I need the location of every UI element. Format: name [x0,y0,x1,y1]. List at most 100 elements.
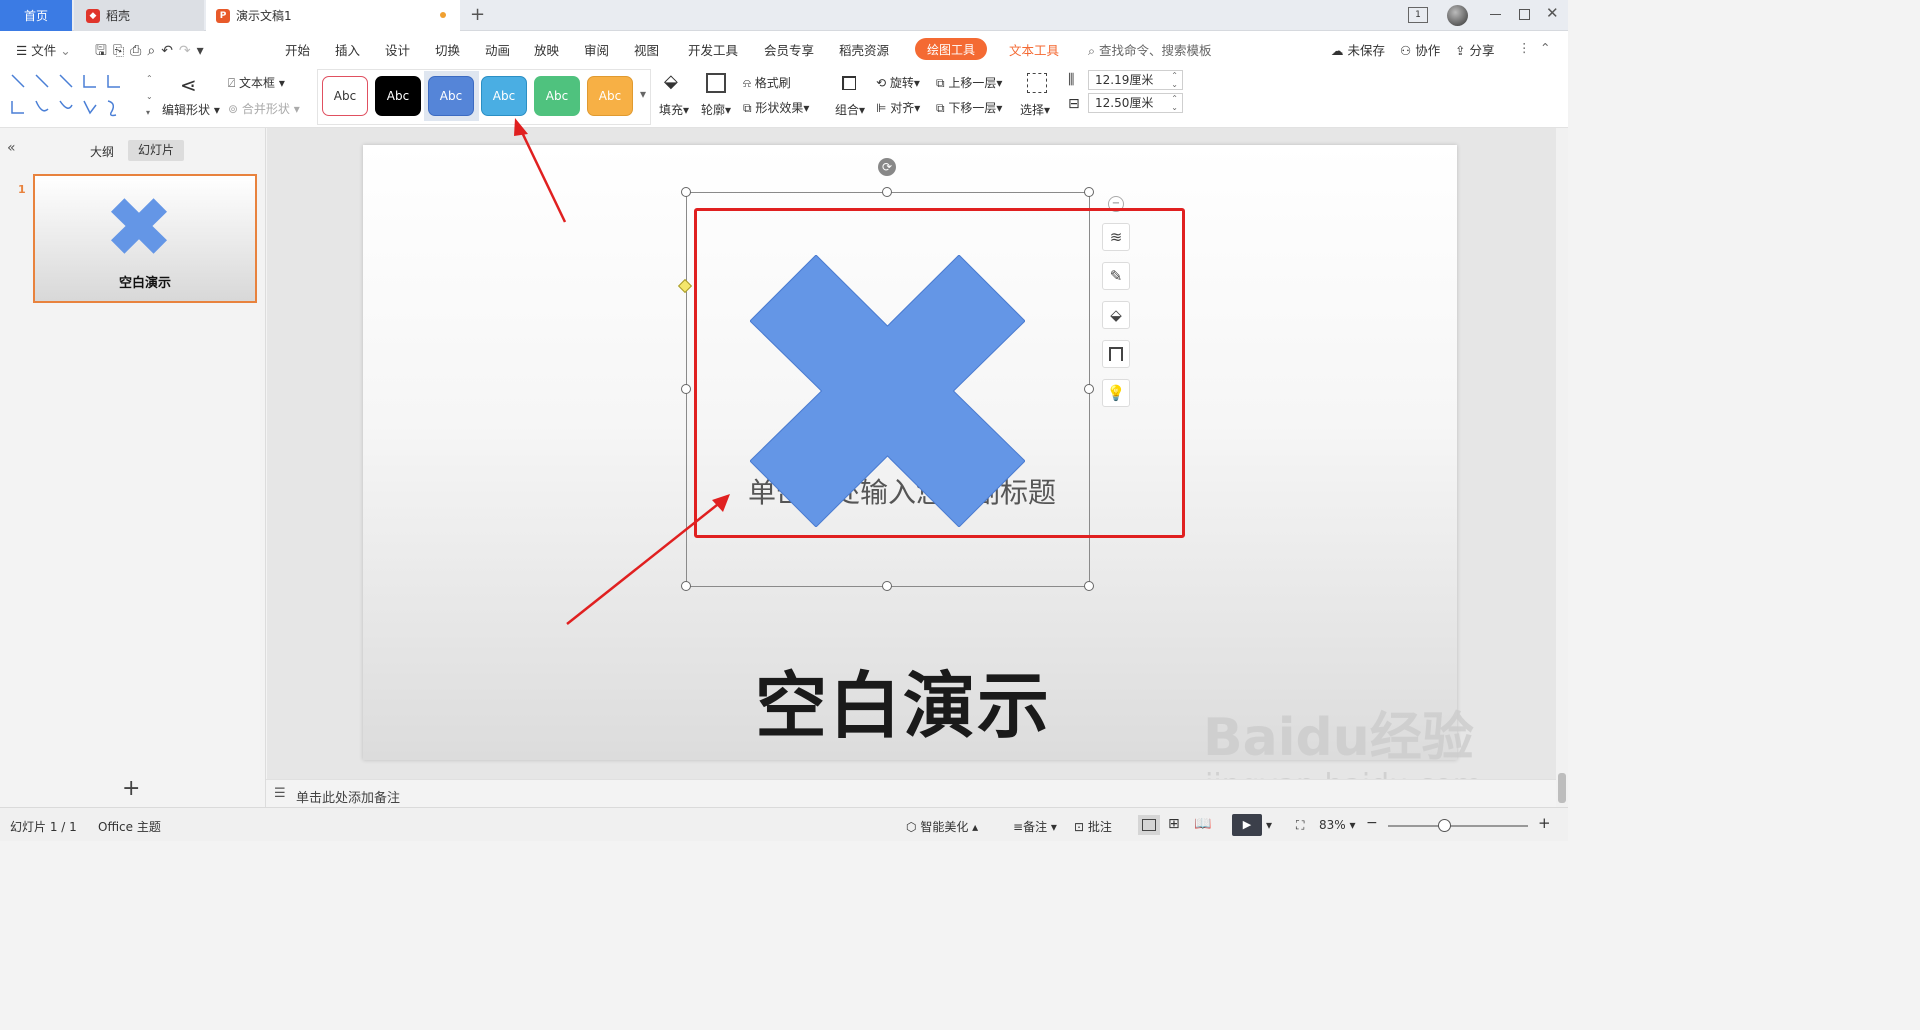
user-icon: ⚇ [1400,43,1412,58]
group-button[interactable]: 组合▾ [835,101,865,118]
slide-title[interactable]: 空白演示 [755,647,1051,752]
zoom-level[interactable]: 83% ▾ [1319,818,1356,832]
comment-icon: ⊡ [1074,820,1085,834]
textbox-button[interactable]: ⍁ 文本框 ▾ [228,74,285,91]
export-icon[interactable]: ⎘ [113,43,130,59]
menu-member[interactable]: 会员专享 [764,40,814,59]
minimize-icon[interactable] [1490,14,1501,15]
reading-view-icon[interactable]: 📖 [1194,816,1211,832]
style-black[interactable]: Abc [375,76,421,116]
rotate-icon: ⟲ [876,76,887,90]
undo-icon[interactable]: ↶ [161,43,179,59]
tab-document[interactable]: P 演示文稿1 [206,0,460,31]
menu-daoke-resources[interactable]: 稻壳资源 [839,40,889,59]
share-icon: ⇪ [1455,43,1466,58]
ribbon-drawing-tools: ⌃ ⌄ ▾ ⋖ 编辑形状 ▾ ⍁ 文本框 ▾ ⊚ 合并形状 ▾ Abc Abc Ab… [0,67,1568,128]
rotate-button[interactable]: ⟲ 旋转▾ [876,74,920,91]
collapse-ribbon-icon[interactable]: ⌃ [1540,40,1550,55]
menu-insert[interactable]: 插入 [335,40,360,59]
normal-view-button[interactable] [1138,815,1160,835]
bring-forward-button[interactable]: ⧉ 上移一层▾ [936,74,1002,91]
close-icon[interactable]: ✕ [1546,4,1559,22]
width-input[interactable]: 12.50厘米 ⌃ ⌄ [1088,93,1183,113]
resize-handle-top[interactable] [882,187,892,197]
zoom-slider-thumb[interactable] [1438,819,1451,832]
slide-thumbnail[interactable]: 空白演示 [33,174,257,303]
menu-review[interactable]: 审阅 [584,40,609,59]
resize-handle-top-right[interactable] [1084,187,1094,197]
theme-name[interactable]: Office 主题 [98,818,161,835]
line-shapes-gallery[interactable]: ⌃ ⌄ ▾ [8,71,158,119]
fit-window-icon[interactable]: ⛶ [1296,818,1304,833]
bring-forward-icon: ⧉ [936,76,945,90]
style-blue[interactable]: Abc [428,76,474,116]
merge-shape-button[interactable]: ⊚ 合并形状 ▾ [228,100,300,117]
collab-button[interactable]: ⚇ 协作 [1400,40,1440,59]
tab-outline[interactable]: 大纲 [90,143,114,160]
more-icon[interactable]: ▾ [197,43,210,59]
height-icon: ⫼ [1068,72,1075,88]
resize-handle-bottom[interactable] [882,581,892,591]
align-icon: ⊫ [876,101,887,115]
zoom-in-icon[interactable]: + [1538,814,1551,832]
vertical-scrollbar[interactable] [1556,128,1568,807]
print-icon[interactable]: ⎙ [130,43,147,59]
new-tab-button[interactable]: + [470,4,485,25]
tab-text-tools[interactable]: 文本工具 [1009,40,1059,59]
more-options-icon[interactable]: ⋮ [1518,40,1531,55]
notes-placeholder[interactable]: 单击此处添加备注 [296,787,400,806]
shape-effect-button[interactable]: ⧉ 形状效果▾ [743,99,809,116]
style-gallery-more-icon[interactable]: ▾ [640,87,646,101]
play-options-icon[interactable]: ▾ [1266,818,1272,832]
menu-animation[interactable]: 动画 [485,40,510,59]
svg-text:⌄: ⌄ [146,92,153,101]
style-white-outline[interactable]: Abc [322,76,368,116]
svg-text:▾: ▾ [146,108,150,117]
smart-beautify-button[interactable]: ⬡ 智能美化 ▴ [906,818,978,835]
avatar[interactable] [1447,5,1468,26]
sorter-view-icon[interactable]: ⊞ [1168,816,1180,832]
edit-shape-icon: ⋖ [180,73,197,97]
menu-transition[interactable]: 切换 [435,40,460,59]
window-count-icon[interactable]: 1 [1408,7,1428,23]
height-input[interactable]: 12.19厘米 ⌃ ⌄ [1088,70,1183,90]
edit-shape-button[interactable]: 编辑形状 ▾ [162,101,220,118]
unsaved-button[interactable]: ☁ 未保存 [1331,40,1385,59]
format-brush-button[interactable]: ⍾ 格式刷 [743,74,791,91]
collab-label: 协作 [1415,43,1441,58]
collapse-panel-icon[interactable]: « [7,140,16,156]
quick-access-toolbar[interactable]: 🖫⎘⎙⌕↶↷▾ [95,40,210,64]
play-slideshow-button[interactable]: ▶ [1232,814,1262,836]
resize-handle-bottom-right[interactable] [1084,581,1094,591]
tab-slides[interactable]: 幻灯片 [128,140,184,161]
restore-icon[interactable] [1519,9,1530,20]
menu-developer[interactable]: 开发工具 [688,40,738,59]
beautify-icon: ⬡ [906,820,917,834]
tab-home[interactable]: 首页 [0,0,72,31]
save-icon[interactable]: 🖫 [95,43,113,59]
align-button[interactable]: ⊫ 对齐▾ [876,99,920,116]
file-menu[interactable]: ☰ 文件 ⌄ [16,40,71,59]
zoom-slider-track[interactable] [1388,825,1528,827]
rotate-handle-icon[interactable]: ⟳ [878,158,896,176]
menu-design[interactable]: 设计 [385,40,410,59]
add-slide-button[interactable]: + [122,776,140,801]
redo-icon[interactable]: ↷ [179,43,197,59]
send-backward-button[interactable]: ⧉ 下移一层▾ [936,99,1002,116]
notes-toggle-button[interactable]: ≡备注 ▾ [1013,818,1057,835]
unsaved-dot-icon [440,12,446,18]
menu-slideshow[interactable]: 放映 [534,40,559,59]
zoom-out-icon[interactable]: − [1366,815,1378,831]
scrollbar-thumb[interactable] [1558,773,1566,803]
menu-start[interactable]: 开始 [285,40,310,59]
menu-view[interactable]: 视图 [634,40,659,59]
notes-bar[interactable]: ☰ 单击此处添加备注 [266,779,1556,807]
textbox-icon: ⍁ [228,76,236,90]
share-button[interactable]: ⇪ 分享 [1455,40,1494,59]
command-search[interactable]: ⌕ 查找命令、搜索模板 [1088,40,1212,59]
comment-button[interactable]: ⊡ 批注 [1074,818,1112,835]
select-button[interactable]: 选择▾ [1020,101,1050,118]
preview-icon[interactable]: ⌕ [147,43,161,59]
tab-daoke[interactable]: ◆ 稻壳 [74,0,204,31]
tab-drawing-tools[interactable]: 绘图工具 [915,38,988,60]
